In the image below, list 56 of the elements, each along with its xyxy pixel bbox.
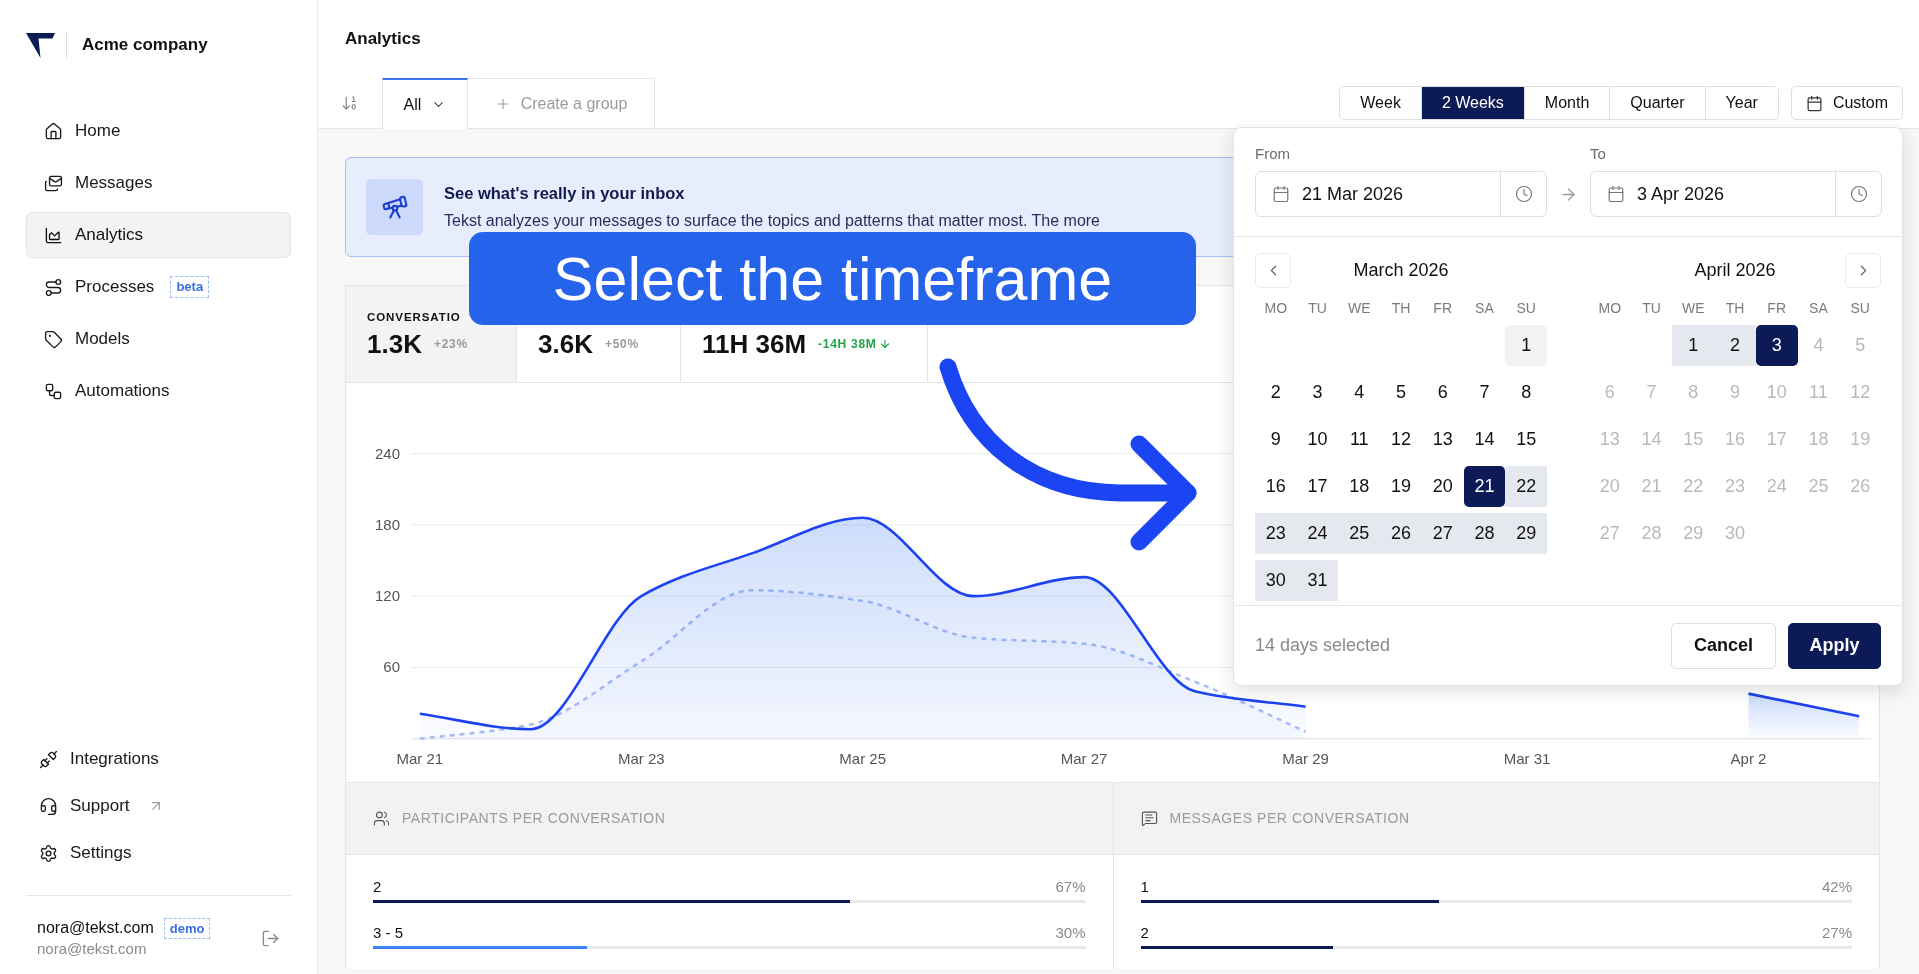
percent-value: 30%: [1055, 924, 1086, 942]
weekday-label: MO: [1598, 299, 1622, 318]
weekday-label: FR: [1433, 299, 1453, 318]
axis-label: 60: [383, 658, 400, 676]
weekday-label: FR: [1767, 299, 1787, 318]
metric-value: 1.3K: [367, 329, 422, 359]
percent-value: 42%: [1821, 878, 1852, 896]
axis-label: 240: [374, 444, 400, 462]
weekday-label: TH: [1391, 299, 1411, 318]
metric-change: +50%: [604, 336, 639, 353]
row-label: 2: [1140, 924, 1149, 942]
page-title: Analytics: [345, 28, 421, 51]
metric-value: 11H 36M: [702, 329, 807, 359]
weekday-label: TH: [1725, 299, 1745, 318]
weekday-label: SU: [1850, 299, 1870, 318]
hint-tooltip: Select the timeframe: [469, 232, 1196, 325]
banner-text: Tekst analyzes your messages to surface the topics and patterns that matter most. The more: [444, 211, 1100, 231]
month-title: April 2026: [1694, 259, 1776, 282]
weekday-label: SA: [1809, 299, 1828, 318]
row-label: 1: [1140, 878, 1149, 896]
axis-label: 180: [374, 515, 400, 533]
axis-label: Mar 21: [396, 750, 444, 767]
selection-summary: 14 days selected: [1255, 634, 1391, 657]
weekday-label: SA: [1475, 299, 1494, 318]
metric-value: 3.6K: [538, 329, 593, 359]
banner-title: See what's really in your inbox: [444, 183, 686, 204]
weekday-label: TU: [1308, 299, 1327, 318]
metric-label: CONVERSATIO: [367, 310, 461, 324]
axis-label: Apr 2: [1730, 750, 1767, 767]
user-subtitle: nora@tekst.com: [37, 939, 148, 959]
field-label: From: [1255, 144, 1291, 164]
user-email: nora@tekst.com: [37, 918, 154, 938]
axis-label: Mar 29: [1282, 750, 1329, 767]
weekday-label: TU: [1642, 299, 1661, 318]
field-label: To: [1590, 144, 1607, 164]
metric-change: +23%: [433, 336, 468, 353]
weekday-label: MO: [1264, 299, 1288, 318]
month-title: March 2026: [1353, 259, 1449, 282]
percent-value: 67%: [1055, 878, 1086, 896]
weekday-label: WE: [1682, 299, 1705, 318]
percent-value: 27%: [1821, 924, 1852, 942]
axis-label: Mar 31: [1503, 750, 1551, 767]
axis-label: 120: [374, 587, 400, 605]
row-label: 3 - 5: [373, 924, 403, 942]
status-badge: demo: [163, 917, 211, 939]
section-title: PARTICIPANTS PER CONVERSATION: [402, 809, 666, 828]
metric-change: -14H 38M: [818, 336, 877, 353]
axis-label: Mar 25: [839, 750, 887, 767]
section-title: MESSAGES PER CONVERSATION: [1169, 809, 1410, 828]
row-label: 2: [373, 878, 382, 896]
weekday-label: WE: [1348, 299, 1371, 318]
status-badge: beta: [170, 276, 210, 298]
company-name: Acme company: [82, 34, 208, 57]
axis-label: Mar 23: [617, 750, 665, 767]
axis-label: Mar 27: [1060, 750, 1108, 767]
weekday-label: SU: [1516, 299, 1536, 318]
